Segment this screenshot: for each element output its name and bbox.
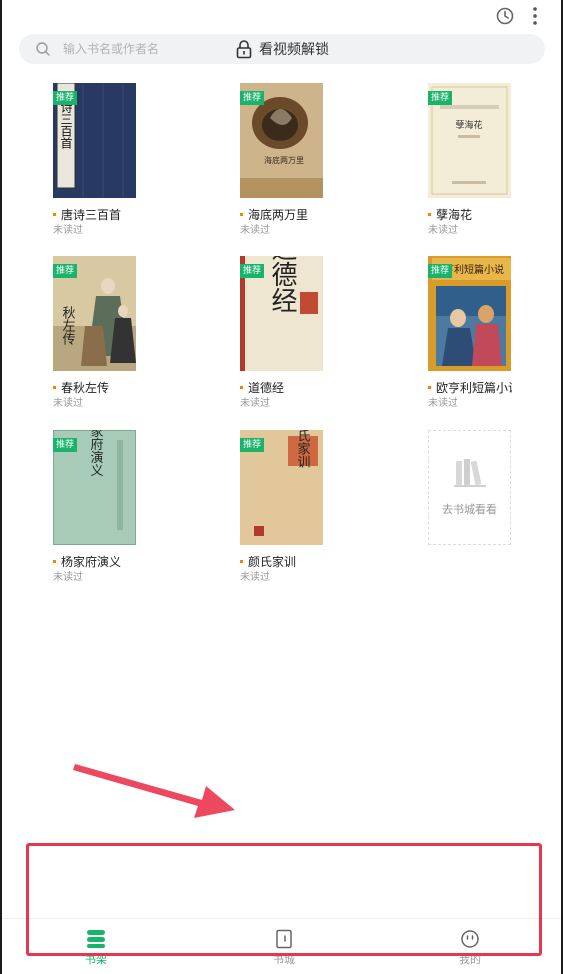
clock-icon[interactable] [495,6,515,26]
read-status: 未读过 [240,398,270,409]
unread-dot [428,386,431,389]
book-card[interactable]: 秋左传 推荐 春秋左传 未读过 [53,256,163,409]
cover-title: 亨利短篇小说 [444,263,504,276]
annotation-highlight-box [26,843,542,956]
book-card[interactable]: 亨利短篇小说 推荐 欧亨利短篇小说 未读过 [428,256,538,409]
recommend-tag: 推荐 [53,264,78,278]
book-card[interactable]: 孽海花 推荐 孽海花 未读过 [428,83,538,236]
search-input[interactable]: 输入书名或作者名 [63,41,159,57]
recommend-tag: 推荐 [240,438,265,452]
unread-dot [240,560,243,563]
read-status: 未读过 [428,225,458,236]
cover-title: 颜氏家训 [295,430,311,468]
video-unlock-button[interactable]: 看视频解锁 [235,38,329,60]
recommend-tag: 推荐 [428,91,453,105]
read-status: 未读过 [53,572,83,583]
book-card[interactable]: 海底两万里 推荐 海底两万里 未读过 [240,83,350,236]
lock-icon [236,40,252,59]
read-status: 未读过 [428,398,458,409]
book-card[interactable]: 道德经 推荐 道德经 未读过 [240,256,350,409]
cover-title: 诗三百首 [59,101,73,149]
top-bar [0,0,563,32]
unread-dot [53,560,56,563]
search-icon [36,42,50,56]
unread-dot [428,213,431,216]
go-to-store-placeholder[interactable]: 去书城看看 [428,430,511,545]
video-unlock-label: 看视频解锁 [259,42,329,58]
bookshelf-icon [454,459,486,487]
unread-dot [53,213,56,216]
cover-title: 道德经 [267,256,297,313]
recommend-tag: 推荐 [428,264,453,278]
frame-left-border [0,0,2,974]
cover-title: 杨家府演义 [88,430,104,477]
book-card[interactable]: 颜氏家训 推荐 颜氏家训 未读过 [240,430,350,583]
book-card[interactable]: 杨家府演义 推荐 杨家府演义 未读过 [53,430,163,583]
book-card[interactable]: 诗三百首 推荐 唐诗三百首 未读过 [53,83,163,236]
recommend-tag: 推荐 [53,91,78,105]
annotation-arrow [73,764,235,818]
unread-dot [240,386,243,389]
search-bar[interactable]: 输入书名或作者名 看视频解锁 [19,34,545,64]
recommend-tag: 推荐 [53,438,78,452]
unread-dot [240,213,243,216]
more-vertical-icon[interactable] [528,6,542,26]
cover-title: 海底两万里 [264,155,304,165]
read-status: 未读过 [53,225,83,236]
cover-title: 孽海花 [455,119,482,131]
cover-title: 秋左传 [60,306,76,345]
read-status: 未读过 [240,572,270,583]
go-to-store-label: 去书城看看 [442,503,497,516]
read-status: 未读过 [53,398,83,409]
recommend-tag: 推荐 [240,91,265,105]
read-status: 未读过 [240,225,270,236]
unread-dot [53,386,56,389]
recommend-tag: 推荐 [240,264,265,278]
